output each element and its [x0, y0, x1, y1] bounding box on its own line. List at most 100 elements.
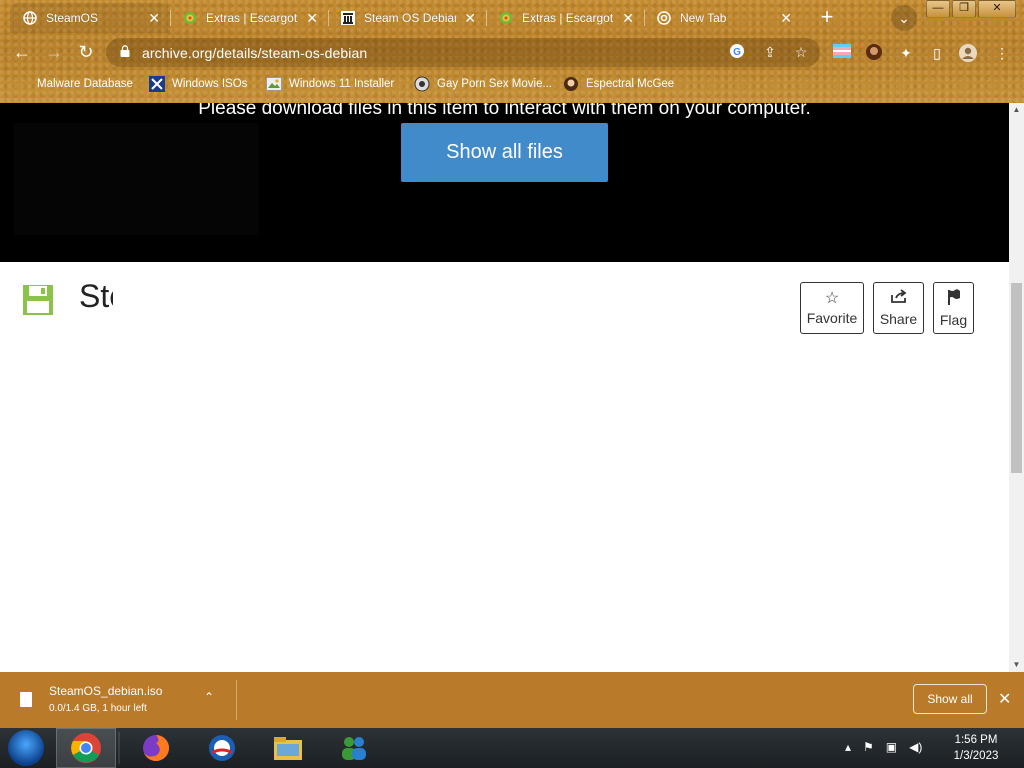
account-avatar-icon[interactable] [958, 43, 978, 63]
tab-close-icon[interactable]: ✕ [148, 10, 160, 26]
forward-arrow-icon[interactable]: → [42, 40, 66, 64]
bookmark-malware-database[interactable]: Malware Database [14, 76, 133, 92]
browser-toolbar: ← → ↻ archive.org/details/steam-os-debia… [0, 34, 1024, 70]
tab-separator [170, 10, 171, 26]
back-arrow-icon[interactable]: ← [10, 40, 34, 64]
tab-separator [644, 10, 645, 26]
download-status: 0.0/1.4 GB, 1 hour left [49, 703, 147, 714]
image-icon [266, 76, 282, 92]
floppy-disk-icon [23, 285, 53, 315]
tab-steam-os-debian[interactable]: Steam OS Debian ✕ [328, 3, 486, 33]
bookmark-espectral-mcgee[interactable]: Espectral McGee [563, 76, 674, 92]
tab-strip: SteamOS ✕ Extras | Escargot ✕ Steam OS D… [0, 0, 1024, 34]
window-close-icon[interactable]: ✕ [978, 0, 1016, 18]
scroll-up-arrow-icon[interactable]: ▲ [1009, 103, 1024, 117]
tab-title: New Tab [680, 11, 727, 25]
show-all-files-button[interactable]: Show all files [401, 123, 608, 182]
taskbar-firefox-icon[interactable] [126, 728, 186, 768]
reload-icon[interactable]: ↻ [74, 40, 98, 64]
tab-separator [328, 10, 329, 26]
clock-date: 1/3/2023 [953, 750, 999, 762]
windows-taskbar: ▴ ⚑ ▣ ◀) 1:56 PM 1/3/2023 [0, 728, 1024, 768]
bookmark-windows-isos[interactable]: Windows ISOs [149, 76, 247, 92]
address-bar[interactable]: archive.org/details/steam-os-debian G ⇪ … [106, 38, 820, 67]
close-download-bar-icon[interactable]: ✕ [998, 689, 1011, 709]
download-shelf: SteamOS_debian.iso 0.0/1.4 GB, 1 hour le… [0, 672, 1024, 728]
scrollbar-thumb[interactable] [1011, 283, 1022, 473]
restore-icon[interactable]: ❐ [952, 0, 976, 18]
extensions-puzzle-icon[interactable]: ✦ [896, 43, 916, 63]
download-options-chevron-up-icon[interactable]: ⌃ [204, 690, 214, 704]
tab-separator [486, 10, 487, 26]
download-prompt-text: Please download files in this item to in… [198, 103, 811, 119]
page-viewport: Please download files in this item to in… [0, 103, 1009, 672]
tab-close-icon[interactable]: ✕ [306, 10, 318, 26]
tab-close-icon[interactable]: ✕ [464, 10, 476, 26]
bookmark-label: Windows 11 Installer [289, 78, 395, 90]
scroll-down-arrow-icon[interactable]: ▼ [1009, 658, 1024, 672]
share-label: Share [879, 311, 918, 327]
profile-extension-icon[interactable] [864, 43, 884, 63]
google-lens-icon[interactable]: G [728, 43, 746, 61]
favorite-button[interactable]: ☆ Favorite [800, 282, 864, 334]
flag-extension-icon[interactable] [832, 43, 852, 63]
network-icon[interactable]: ▣ [886, 740, 897, 754]
url-text[interactable]: archive.org/details/steam-os-debian [142, 45, 367, 61]
svg-text:G: G [733, 47, 741, 58]
site-icon [414, 76, 430, 92]
avatar-icon [563, 76, 579, 92]
taskbar-clock[interactable]: 1:56 PM 1/3/2023 [940, 732, 1012, 764]
clock-time: 1:56 PM [954, 734, 998, 746]
tab-close-icon[interactable]: ✕ [780, 10, 792, 26]
tab-search-chevron-down-icon[interactable]: ⌄ [891, 5, 917, 31]
new-tab-button[interactable]: + [814, 5, 840, 31]
vertical-scrollbar[interactable]: ▲ ▼ [1009, 103, 1024, 672]
file-icon [20, 692, 32, 707]
tab-close-icon[interactable]: ✕ [622, 10, 634, 26]
bookmark-label: Espectral McGee [586, 78, 675, 90]
tab-steamos[interactable]: SteamOS ✕ [10, 3, 170, 33]
download-filename[interactable]: SteamOS_debian.iso [49, 684, 162, 698]
taskbar-messenger-icon[interactable] [324, 728, 384, 768]
menu-kebab-icon[interactable]: ⋮ [992, 43, 1012, 63]
tab-title: Steam OS Debian [364, 11, 456, 25]
bookmark-windows-11-installer[interactable]: Windows 11 Installer [266, 76, 394, 92]
tab-title: SteamOS [46, 11, 99, 25]
theater-area: Please download files in this item to in… [0, 103, 1009, 262]
share-button[interactable]: Share [873, 282, 924, 334]
lock-icon[interactable] [120, 45, 130, 57]
flag-label: Flag [939, 311, 968, 328]
flag-icon [947, 288, 961, 310]
taskbar-file-explorer-icon[interactable] [258, 728, 318, 768]
system-tray: ▴ ⚑ ▣ ◀) [845, 740, 922, 754]
window-controls: — ❐ ✕ [926, 0, 1016, 18]
tab-new-tab[interactable]: New Tab ✕ [644, 3, 802, 33]
share-icon[interactable]: ⇪ [761, 43, 779, 61]
item-title: SteamOS [79, 278, 113, 314]
favorite-label: Favorite [806, 310, 858, 326]
share-icon [890, 289, 908, 309]
start-button[interactable] [8, 730, 44, 766]
folder-icon [14, 76, 30, 92]
tab-extras-escargot-1[interactable]: Extras | Escargot ✕ [170, 3, 328, 33]
taskbar-obama-logo-icon[interactable] [192, 728, 252, 768]
volume-icon[interactable]: ◀) [909, 740, 922, 754]
taskbar-divider [118, 732, 120, 764]
bookmark-site[interactable]: Gay Porn Sex Movie... [414, 76, 552, 92]
minimize-icon[interactable]: — [926, 0, 950, 18]
taskbar-chrome-icon[interactable] [56, 728, 116, 768]
bookmarks-bar: Malware Database Windows ISOs Windows 11… [0, 70, 1024, 99]
browser-chrome: SteamOS ✕ Extras | Escargot ✕ Steam OS D… [0, 0, 1024, 103]
action-center-flag-icon[interactable]: ⚑ [863, 740, 874, 754]
show-hidden-icons-chevron-icon[interactable]: ▴ [845, 740, 851, 754]
flag-button[interactable]: Flag [933, 282, 974, 334]
globe-icon [22, 10, 38, 26]
show-all-downloads-button[interactable]: Show all [913, 684, 987, 714]
side-panel-icon[interactable]: ▯ [927, 43, 947, 63]
bookmark-star-icon[interactable]: ☆ [792, 43, 810, 61]
theater-placeholder [14, 123, 259, 235]
escargot-icon [182, 10, 198, 26]
tab-extras-escargot-2[interactable]: Extras | Escargot ✕ [486, 3, 644, 33]
x-icon [149, 76, 165, 92]
archive-icon [340, 10, 356, 26]
